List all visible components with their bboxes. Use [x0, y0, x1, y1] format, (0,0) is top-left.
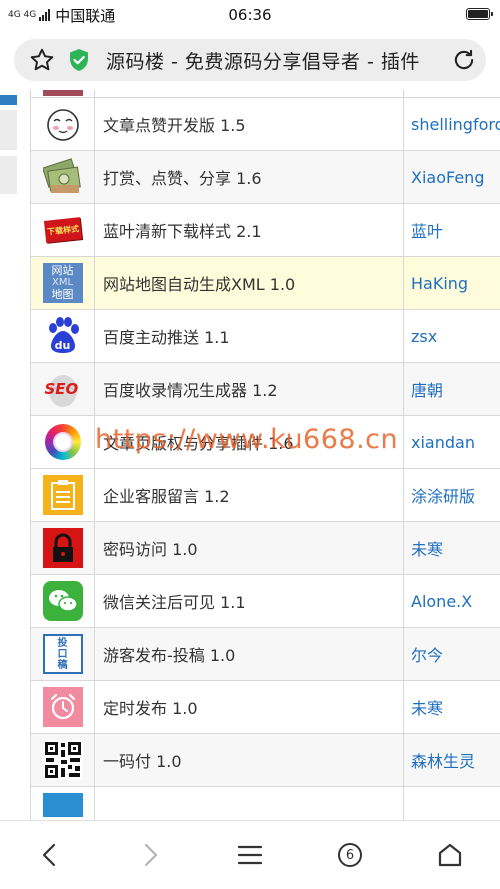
home-button[interactable] — [400, 842, 500, 868]
sidebar-block — [0, 110, 17, 150]
plugin-author-link[interactable]: 蓝叶 — [404, 204, 500, 256]
sitemap-icon: 网站 XML 地图 — [42, 263, 83, 303]
chevron-right-icon — [144, 843, 158, 867]
plugin-name: 企业客服留言 1.2 — [95, 469, 404, 521]
forward-button[interactable] — [100, 842, 200, 868]
table-row[interactable]: 企业客服留言 1.2 涂涂研版 — [31, 469, 500, 522]
table-row[interactable]: 文章页版权与分享插件 1.6 xiandan — [31, 416, 500, 469]
plugin-author-link[interactable]: 森林生灵 — [404, 734, 500, 786]
reload-icon[interactable] — [442, 47, 486, 73]
plugin-author-link[interactable]: 未寒 — [404, 522, 500, 574]
table-row[interactable]: SEO 百度收录情况生成器 1.2 唐朝 — [31, 363, 500, 416]
table-row[interactable]: 投 口 稿 游客发布-投稿 1.0 尔今 — [31, 628, 500, 681]
back-button[interactable] — [0, 842, 100, 868]
plugin-name: 一码付 1.0 — [95, 734, 404, 786]
left-sidebar-edge — [0, 90, 17, 820]
submit-icon: 投 口 稿 — [42, 634, 83, 674]
lock-icon — [42, 528, 83, 568]
plugin-name: 文章页版权与分享插件 1.6 — [95, 416, 404, 468]
table-row[interactable]: 密码访问 1.0 未寒 — [31, 522, 500, 575]
tabs-button[interactable]: 6 — [300, 843, 400, 867]
color-wheel-icon — [43, 422, 83, 462]
table-row — [31, 90, 500, 98]
table-row[interactable]: 打赏、点赞、分享 1.6 XiaoFeng — [31, 151, 500, 204]
seo-icon: SEO — [43, 369, 83, 409]
page-title-in-address[interactable]: 源码楼 - 免费源码分享倡导者 - 插件 — [106, 47, 442, 74]
chevron-left-icon — [42, 843, 56, 867]
plugin-author-link[interactable]: HaKing — [404, 257, 500, 309]
plugin-name: 百度主动推送 1.1 — [95, 310, 404, 362]
baidu-paw-icon: du — [43, 316, 83, 356]
secure-shield-icon — [62, 48, 96, 72]
plugin-author-link[interactable]: Alone.X — [404, 575, 500, 627]
table-row[interactable]: 微信关注后可见 1.1 Alone.X — [31, 575, 500, 628]
plugin-name: 定时发布 1.0 — [95, 681, 404, 733]
browser-toolbar: 源码楼 - 免费源码分享倡导者 - 插件 — [0, 30, 500, 90]
smiley-face-icon — [42, 104, 83, 144]
alarm-clock-icon — [42, 687, 83, 727]
plugin-author-link[interactable]: 尔今 — [404, 628, 500, 680]
plugin-author-link[interactable]: 唐朝 — [404, 363, 500, 415]
sidebar-accent — [0, 95, 17, 105]
plugin-name: 游客发布-投稿 1.0 — [95, 628, 404, 680]
table-row[interactable]: 下载样式 蓝叶清新下载样式 2.1 蓝叶 — [31, 204, 500, 257]
plugin-name: 打赏、点赞、分享 1.6 — [95, 151, 404, 203]
menu-icon — [237, 845, 263, 865]
network-indicator: 4G 4G — [8, 10, 37, 20]
plugin-name: 文章点赞开发版 1.5 — [95, 98, 404, 150]
table-row[interactable]: 定时发布 1.0 未寒 — [31, 681, 500, 734]
table-row[interactable]: du 百度主动推送 1.1 zsx — [31, 310, 500, 363]
carrier-name: 中国联通 — [55, 6, 116, 25]
browser-bottom-nav: 6 — [0, 820, 500, 889]
home-icon — [438, 843, 462, 867]
plugin-author-link[interactable]: xiandan — [404, 416, 500, 468]
table-row[interactable]: 网站 XML 地图 网站地图自动生成XML 1.0 HaKing — [31, 257, 500, 310]
tab-count-badge: 6 — [338, 843, 362, 867]
plugin-author-link[interactable]: 涂涂研版 — [404, 469, 500, 521]
menu-button[interactable] — [200, 844, 300, 866]
battery-icon — [466, 8, 493, 20]
clipboard-icon — [42, 475, 83, 515]
download-badge-icon: 下载样式 — [43, 210, 83, 250]
bookmark-star-icon[interactable] — [22, 47, 62, 73]
table-row — [31, 787, 500, 820]
table-row[interactable]: 一码付 1.0 森林生灵 — [31, 734, 500, 787]
qr-code-icon — [42, 740, 83, 780]
plugin-name: 网站地图自动生成XML 1.0 — [95, 257, 404, 309]
money-icon — [42, 157, 83, 197]
plugin-author-link[interactable]: shellingford — [404, 98, 500, 150]
status-bar: 4G 4G 中国联通 06:36 — [0, 0, 500, 30]
plugin-author-link[interactable]: zsx — [404, 310, 500, 362]
plugin-name: 百度收录情况生成器 1.2 — [95, 363, 404, 415]
sidebar-block — [0, 156, 17, 194]
signal-icon — [39, 9, 51, 21]
wechat-icon — [42, 581, 83, 621]
plugin-name: 密码访问 1.0 — [95, 522, 404, 574]
plugin-icon — [42, 793, 83, 817]
plugin-icon — [42, 90, 83, 96]
plugin-author-link[interactable]: XiaoFeng — [404, 151, 500, 203]
plugin-name: 微信关注后可见 1.1 — [95, 575, 404, 627]
plugin-name: 蓝叶清新下载样式 2.1 — [95, 204, 404, 256]
plugin-table: 文章点赞开发版 1.5 shellingford 打赏、点赞、分享 1.6 Xi… — [30, 90, 500, 820]
address-bar[interactable]: 源码楼 - 免费源码分享倡导者 - 插件 — [14, 39, 486, 81]
plugin-author-link[interactable]: 未寒 — [404, 681, 500, 733]
table-row[interactable]: 文章点赞开发版 1.5 shellingford — [31, 98, 500, 151]
